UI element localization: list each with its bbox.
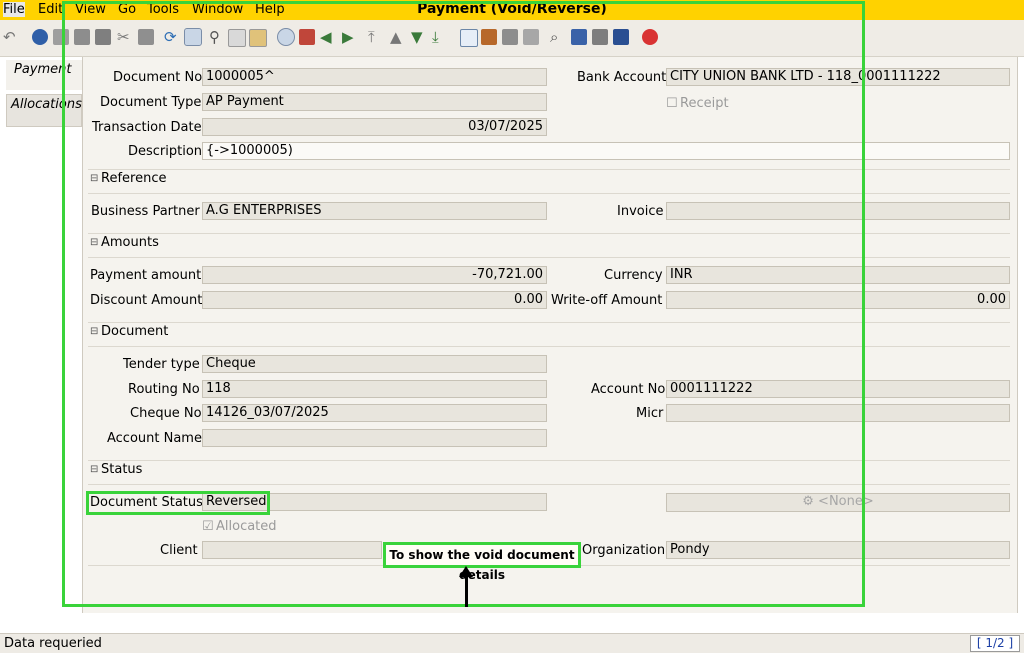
undo-icon[interactable]: ↶	[3, 27, 16, 47]
highlight-frame	[62, 1, 865, 607]
status-message: Data requeried	[4, 636, 102, 651]
status-bar: Data requeried [ 1/2 ]	[0, 633, 1024, 653]
menu-edit[interactable]: Edit	[38, 2, 63, 17]
record-counter[interactable]: [ 1/2 ]	[970, 635, 1020, 652]
arrow-shaft	[465, 575, 468, 607]
menu-file[interactable]: File	[3, 2, 25, 17]
help-icon[interactable]	[32, 29, 48, 45]
annotation-callout: To show the void document details	[383, 542, 581, 582]
status-highlight	[86, 491, 270, 515]
